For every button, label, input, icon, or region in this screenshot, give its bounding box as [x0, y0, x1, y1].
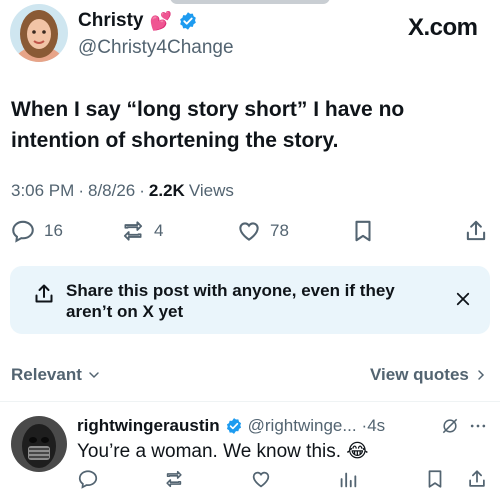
- reply-name-row: rightwingeraustin @rightwinge... ·4s: [77, 416, 385, 436]
- relevant-sort-dropdown[interactable]: Relevant: [11, 365, 102, 385]
- bookmark-button[interactable]: [350, 218, 376, 244]
- reply-icon: [12, 220, 34, 243]
- author-avatar[interactable]: [10, 4, 68, 62]
- reply-actions: [0, 468, 500, 490]
- top-grabber: [170, 0, 330, 4]
- reply-avatar[interactable]: [11, 416, 67, 472]
- views-count: 2.2K: [148, 181, 185, 200]
- bookmark-icon[interactable]: [424, 468, 446, 490]
- close-icon[interactable]: [454, 290, 472, 308]
- author-name-row: Christy 💕: [78, 10, 198, 32]
- verified-badge-icon: [226, 418, 241, 434]
- views-label: Views: [188, 181, 234, 200]
- reply-button[interactable]: 16: [10, 218, 63, 244]
- share-banner: Share this post with anyone, even if the…: [10, 266, 490, 334]
- reply-icon[interactable]: [77, 468, 99, 490]
- tweet-date[interactable]: 8/8/26: [88, 181, 135, 201]
- view-quotes-link[interactable]: View quotes: [370, 365, 489, 385]
- more-options-icon[interactable]: [468, 416, 488, 436]
- chevron-right-icon: [478, 370, 484, 380]
- chevron-down-icon: [89, 372, 99, 379]
- reply-time: ·4s: [361, 416, 386, 435]
- heart-icon[interactable]: [250, 468, 272, 490]
- like-button[interactable]: 78: [236, 218, 289, 244]
- share-icon[interactable]: [466, 468, 488, 490]
- share-banner-text: Share this post with anyone, even if the…: [66, 281, 395, 321]
- bookmark-icon: [355, 220, 371, 242]
- share-icon: [466, 220, 486, 241]
- repost-count: 4: [154, 221, 164, 240]
- author-display-name[interactable]: Christy: [78, 10, 143, 32]
- repost-icon[interactable]: [163, 468, 185, 490]
- repost-icon: [123, 221, 143, 241]
- heart-emoji-icon: 💕: [149, 10, 172, 31]
- reply-display-name[interactable]: rightwingeraustin: [77, 416, 220, 436]
- share-upload-icon: [35, 284, 53, 303]
- tweet-text: When I say “long story short” I have no …: [11, 98, 405, 152]
- author-handle[interactable]: @Christy4Change: [78, 37, 234, 59]
- x-brand-logo: X.com: [408, 14, 478, 41]
- views-analytics-icon[interactable]: [337, 468, 359, 490]
- verified-badge-icon: [180, 12, 196, 30]
- grok-icon[interactable]: [440, 416, 460, 436]
- like-count: 78: [270, 221, 289, 240]
- heart-icon: [239, 222, 259, 241]
- reply-text: You’re a woman. We know this. 😂: [77, 441, 369, 462]
- tweet-time[interactable]: 3:06 PM: [11, 181, 74, 201]
- tweet-meta: 3:06 PM · 8/8/26 · 2.2K Views: [11, 181, 234, 201]
- repost-button[interactable]: 4: [120, 218, 163, 244]
- reply-count: 16: [44, 221, 63, 240]
- share-button[interactable]: [463, 218, 489, 244]
- reply-handle[interactable]: @rightwinge...: [248, 416, 357, 436]
- divider: [0, 401, 500, 402]
